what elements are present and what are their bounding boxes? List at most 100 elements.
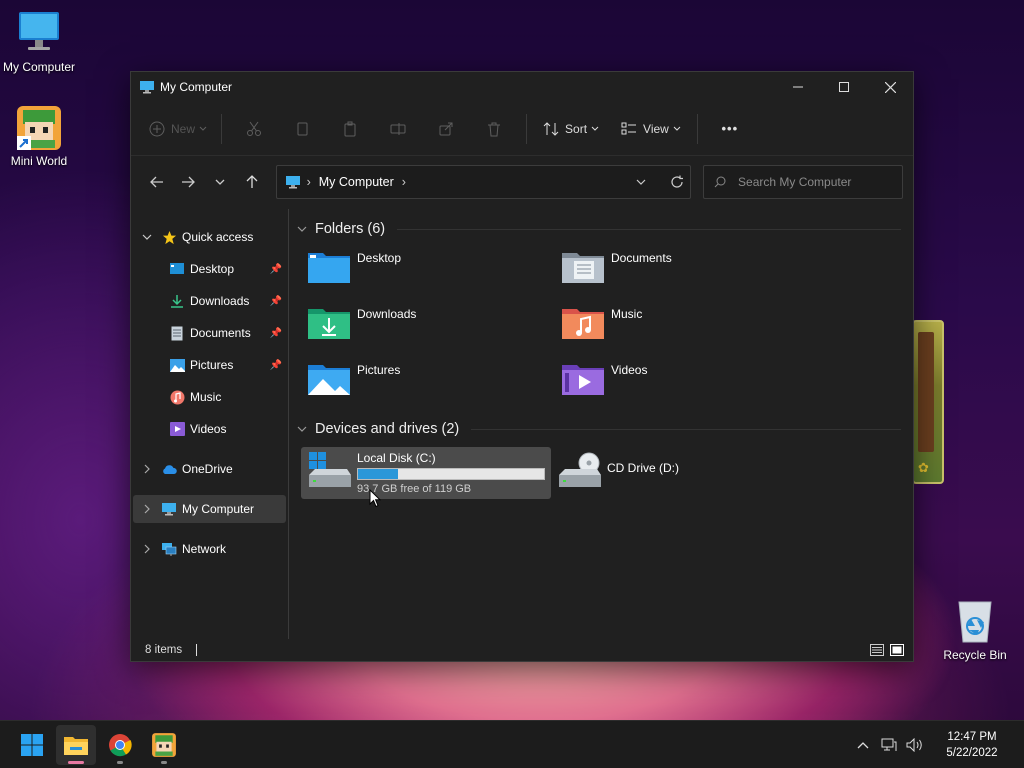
taskbar-mini-world[interactable] [144,725,184,765]
recent-locations-button[interactable] [204,167,236,197]
pin-icon: 📌 [269,263,282,275]
delete-button[interactable] [470,113,518,145]
arrow-up-icon [246,175,258,188]
folder-videos[interactable]: Videos [561,359,815,407]
chevron-right-icon[interactable] [139,504,155,514]
nav-desktop[interactable]: Desktop 📌 [133,255,286,283]
up-button[interactable] [236,167,268,197]
sort-label: Sort [565,121,588,136]
chevron-down-icon[interactable] [297,424,311,435]
address-bar[interactable]: › My Computer › [275,165,692,199]
drive-info: Local Disk (C:) 93.7 GB free of 119 GB [357,451,545,495]
folder-desktop[interactable]: Desktop [307,247,561,295]
chevron-down-icon[interactable] [636,179,646,185]
nav-onedrive[interactable]: OneDrive [133,455,286,483]
maximize-button[interactable] [821,72,867,102]
view-button[interactable]: View [613,113,689,145]
new-button[interactable]: New [143,113,213,145]
show-desktop-button[interactable] [1016,721,1024,768]
folder-music[interactable]: Music [561,303,815,351]
folder-documents[interactable]: Documents [561,247,815,295]
desktop-icon-my-computer[interactable]: My Computer [0,10,80,75]
nav-my-computer[interactable]: My Computer [133,495,286,523]
chevron-down-icon[interactable] [139,234,155,240]
drives-section-header[interactable]: Devices and drives (2) [297,417,901,441]
nav-downloads[interactable]: Downloads 📌 [133,287,286,315]
share-icon [439,122,453,135]
search-box[interactable] [703,165,903,199]
clock[interactable]: 12:47 PM 5/22/2022 [932,729,1012,761]
chevron-up-icon [857,741,869,748]
monitor-icon [15,10,63,58]
nav-label: Desktop [190,262,235,276]
nav-music[interactable]: Music [133,383,286,411]
tiles-view-button[interactable] [887,641,907,659]
desktop-icon-label: My Computer [2,60,76,74]
nav-network[interactable]: Network [133,535,286,563]
chevron-right-icon[interactable] [139,464,155,474]
volume-button[interactable] [902,737,928,752]
drives-heading: Devices and drives (2) [315,421,460,437]
drive-cd-d[interactable]: CD Drive (D:) [551,447,801,499]
cut-button[interactable] [230,113,278,145]
title-bar[interactable]: My Computer [131,72,913,102]
taskbar-file-explorer[interactable] [56,724,96,765]
nav-videos[interactable]: Videos [133,415,286,443]
breadcrumb-my-computer[interactable]: My Computer [319,175,394,189]
refresh-icon[interactable] [670,175,684,189]
breadcrumb-chevron-icon[interactable]: › [402,175,406,189]
folder-name: Downloads [357,307,417,321]
share-button[interactable] [422,113,470,145]
drive-free-space: 93.7 GB free of 119 GB [357,483,472,495]
section-divider [397,228,901,230]
item-count: 8 items [145,644,183,656]
start-button[interactable] [12,725,52,765]
copy-button[interactable] [278,113,326,145]
chevron-down-icon [199,126,207,131]
taskbar-chrome[interactable] [100,725,140,765]
nav-quick-access[interactable]: Quick access [133,223,286,251]
paste-button[interactable] [326,113,374,145]
system-tray: 12:47 PM 5/22/2022 [850,721,1024,768]
pin-icon: 📌 [269,327,282,339]
mini-world-icon [152,732,176,757]
folders-section-header[interactable]: Folders (6) [297,217,901,241]
rename-button[interactable] [374,113,422,145]
drive-local-disk-c[interactable]: Local Disk (C:) 93.7 GB free of 119 GB [301,447,551,499]
nav-documents[interactable]: Documents 📌 [133,319,286,347]
status-bar: 8 items [131,639,913,661]
sort-icon [543,121,559,136]
show-hidden-icons-button[interactable] [850,741,876,749]
scissors-icon [247,121,262,136]
chevron-right-icon[interactable] [139,544,155,554]
nav-pictures[interactable]: Pictures 📌 [133,351,286,379]
drives-list: Local Disk (C:) 93.7 GB free of 119 GB C… [301,447,901,499]
back-button[interactable] [141,167,173,197]
folder-name: Pictures [357,363,401,377]
folder-downloads[interactable]: Downloads [307,303,561,351]
drive-name: Local Disk (C:) [357,451,436,465]
navigation-pane: Quick access Desktop 📌 Downloads 📌 Docum… [131,209,289,639]
forward-button[interactable] [173,167,205,197]
minimize-button[interactable] [775,72,821,102]
network-status-button[interactable] [876,738,902,752]
folder-name: Documents [611,251,672,265]
chevron-down-icon [591,126,599,131]
chevron-down-icon[interactable] [297,224,311,235]
folder-pictures[interactable]: Pictures [307,359,561,407]
details-view-button[interactable] [867,641,887,659]
sort-button[interactable]: Sort [535,113,607,145]
view-list-icon [621,122,637,134]
cd-drive-icon [559,452,601,487]
nav-label: Network [182,542,227,556]
view-switcher [867,641,907,659]
search-input[interactable] [738,175,889,189]
close-button[interactable] [867,72,913,102]
desktop-icon-mini-world[interactable]: Mini World [0,104,80,169]
mouse-cursor-icon [369,489,381,508]
desktop-icon-recycle-bin[interactable]: Recycle Bin [934,598,1016,663]
window-controls [775,72,913,102]
pin-icon: 📌 [269,295,282,307]
running-indicator [117,760,123,764]
more-options-button[interactable]: ••• [706,113,754,145]
